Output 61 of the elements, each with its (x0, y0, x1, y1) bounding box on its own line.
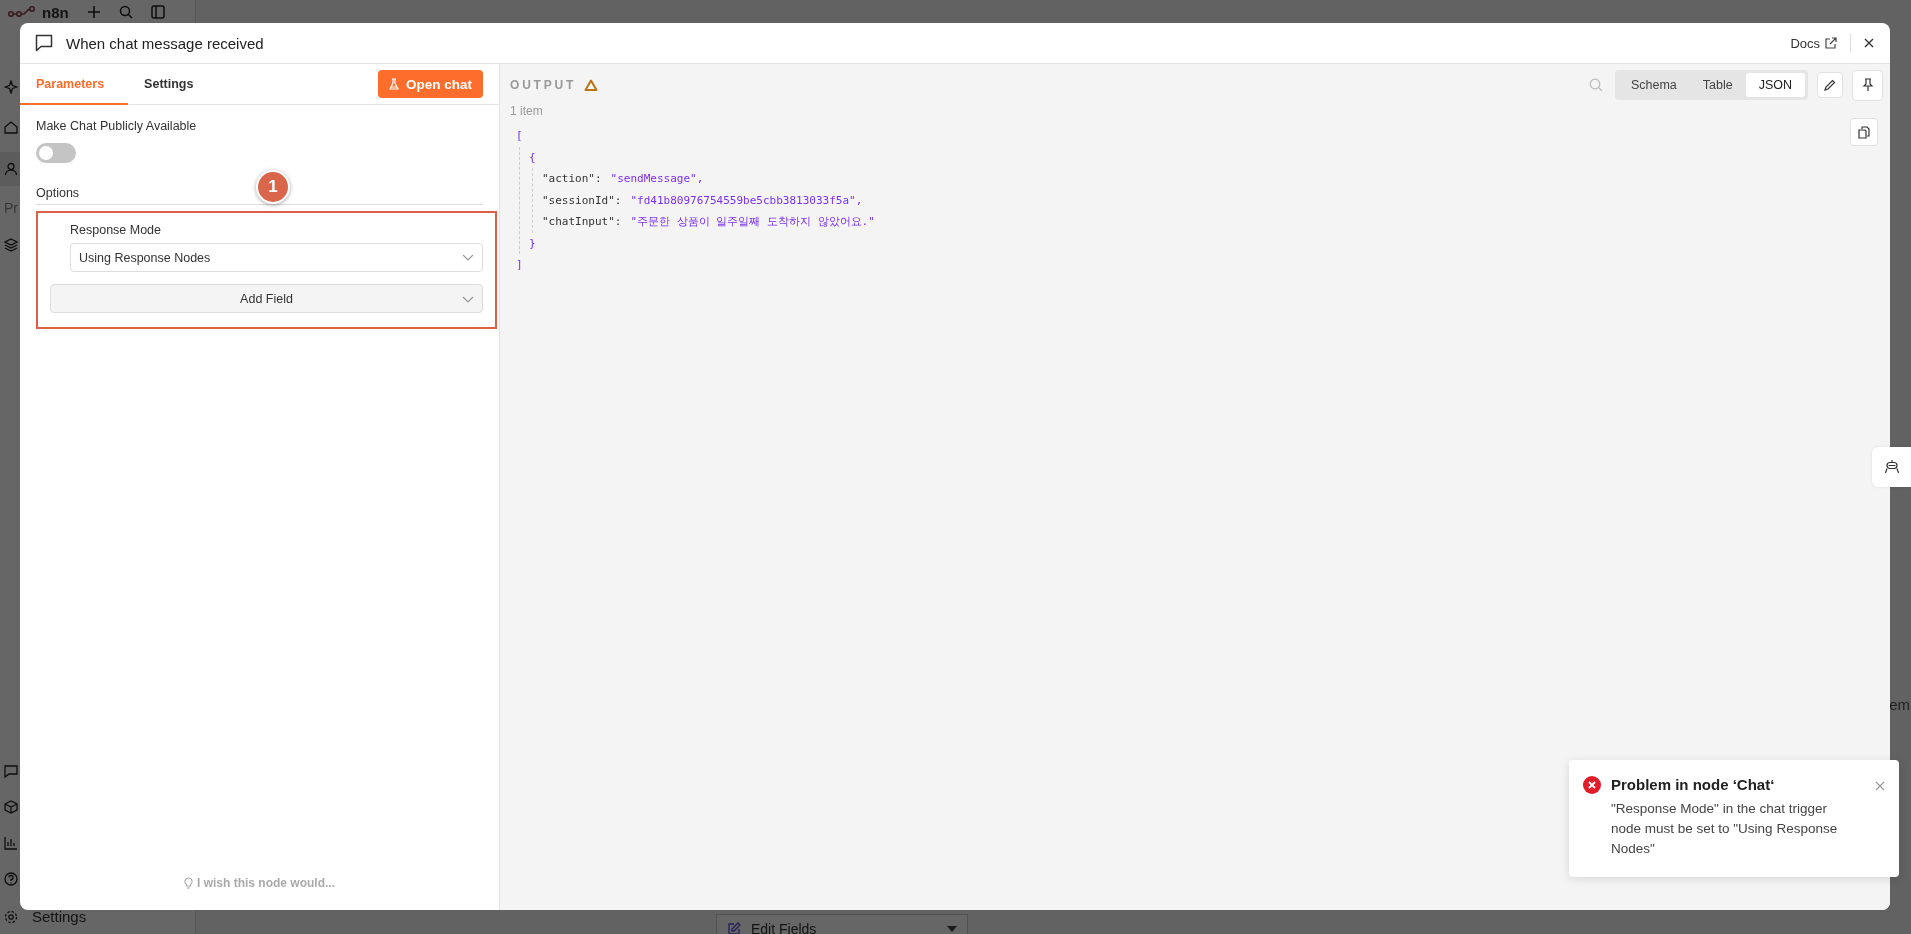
json-value: "fd41b80976754559be5cbb3813033f5a", (630, 192, 863, 209)
field-label: Response Mode (70, 223, 163, 237)
tab[interactable]: Settings (128, 64, 210, 105)
error-icon (1583, 776, 1601, 794)
close-icon[interactable] (1864, 38, 1874, 48)
search-icon[interactable] (118, 5, 133, 19)
json-value: "sendMessage", (610, 171, 704, 187)
notification-title: Problem in node ‘Chat‘ (1611, 776, 1776, 793)
pencil-icon (1824, 79, 1836, 91)
assistant-button[interactable] (1872, 447, 1911, 487)
section-label: Options (36, 186, 80, 200)
chart-icon[interactable] (4, 836, 18, 850)
help-icon[interactable] (4, 872, 18, 886)
json-key: "chatInput": (542, 211, 622, 233)
pin-icon (1861, 78, 1874, 92)
layers-icon[interactable] (4, 238, 18, 252)
chevron-down-icon (462, 296, 474, 303)
chat-icon[interactable] (4, 764, 18, 778)
json-bracket: { (529, 149, 536, 166)
view-tab[interactable]: Table (1689, 73, 1746, 97)
warning-icon (584, 79, 599, 91)
flask-icon (389, 78, 399, 90)
copy-icon (1858, 125, 1870, 139)
add-icon[interactable] (86, 5, 101, 19)
logo-text: n8n (42, 3, 69, 21)
json-bracket: } (529, 235, 536, 252)
docs-link[interactable]: Docs (1790, 35, 1837, 51)
toggle-switch[interactable] (36, 143, 76, 163)
json-bracket: ] (516, 257, 523, 273)
pin-button[interactable] (1852, 69, 1883, 101)
sparkle-icon[interactable] (4, 80, 18, 94)
box-icon[interactable] (4, 800, 18, 814)
panel-icon[interactable] (150, 5, 165, 19)
step-badge: 1 (256, 170, 290, 204)
add-field-button[interactable]: Add Field (50, 284, 483, 313)
view-tab[interactable]: Schema (1617, 73, 1690, 97)
logo-icon (8, 6, 36, 18)
notification-message: "Response Mode" in the chat trigger node must be set to "Using Response Nodes" (1611, 800, 1839, 858)
edit-button[interactable] (1817, 72, 1843, 98)
user-icon (4, 162, 18, 176)
json-value: "주문한 상품이 일주일째 도착하지 않았어요." (630, 214, 875, 230)
home-icon[interactable] (4, 120, 18, 134)
window-title: When chat message received (66, 34, 264, 52)
panel-title: OUTPUT (510, 78, 577, 92)
item-count: 1 item (510, 104, 543, 118)
json-bracket: [ (516, 128, 523, 144)
copy-button[interactable] (1850, 118, 1878, 146)
view-tab[interactable]: JSON (1745, 73, 1805, 97)
json-key: "action": (542, 168, 602, 190)
robot-icon (1884, 459, 1900, 475)
caret-icon (947, 926, 957, 932)
settings-icon (4, 909, 18, 924)
lightbulb-icon (184, 877, 193, 889)
canvas-text: em (1889, 696, 1910, 713)
json-key: "sessionId": (542, 189, 622, 211)
chevron-down-icon (462, 254, 474, 261)
external-link-icon (1825, 37, 1837, 49)
chat-icon (35, 34, 53, 52)
response-mode-dropdown[interactable]: Using Response Nodes (70, 243, 483, 272)
edit-icon (727, 922, 741, 934)
field-label: Make Chat Publicly Available (36, 119, 198, 133)
